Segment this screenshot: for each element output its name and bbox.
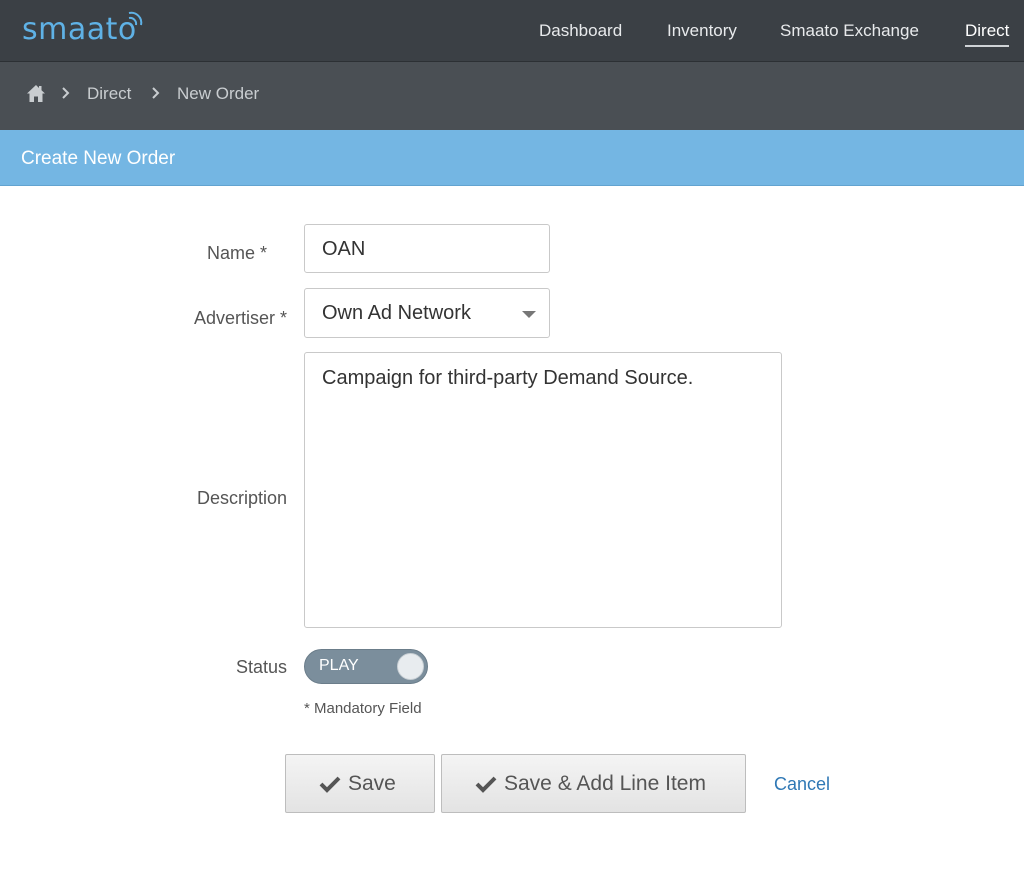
description-label: Description xyxy=(196,488,287,508)
cancel-link[interactable]: Cancel xyxy=(774,774,830,795)
save-and-add-line-item-button[interactable]: Save & Add Line Item xyxy=(441,754,746,813)
checkmark-icon xyxy=(475,776,497,793)
name-input-value: OAN xyxy=(322,238,366,260)
name-input[interactable]: OAN xyxy=(304,224,550,273)
top-navigation-bar: smaato Dashboard Inventory Smaato Exchan… xyxy=(0,0,1024,62)
breadcrumb-new-order: New Order xyxy=(177,84,260,103)
advertiser-select[interactable]: Own Ad Network xyxy=(304,288,550,338)
status-label: Status xyxy=(235,657,287,677)
page-title: Create New Order xyxy=(21,148,176,169)
save-button[interactable]: Save xyxy=(285,754,435,813)
logo-text: smaato xyxy=(22,12,137,47)
panel-header: Create New Order xyxy=(0,130,1024,186)
chevron-right-icon xyxy=(62,87,70,99)
description-textarea[interactable]: Campaign for third-party Demand Source. xyxy=(304,352,782,628)
advertiser-label: Advertiser * xyxy=(193,308,287,328)
toggle-knob xyxy=(397,653,424,680)
mandatory-field-note: * Mandatory Field xyxy=(304,700,422,717)
chevron-right-icon xyxy=(152,87,160,99)
save-button-label: Save xyxy=(348,772,396,795)
logo-signal-icon xyxy=(128,11,143,26)
status-toggle-label: PLAY xyxy=(319,657,359,674)
chevron-down-icon xyxy=(522,311,536,318)
nav-direct[interactable]: Direct xyxy=(965,21,1010,47)
breadcrumb-direct[interactable]: Direct xyxy=(87,84,131,104)
status-toggle[interactable]: PLAY xyxy=(304,649,428,684)
active-nav-indicator xyxy=(965,45,1010,47)
advertiser-select-value: Own Ad Network xyxy=(322,302,471,324)
save-and-add-line-item-label: Save & Add Line Item xyxy=(504,772,706,795)
nav-dashboard[interactable]: Dashboard xyxy=(539,21,622,41)
nav-inventory[interactable]: Inventory xyxy=(667,21,737,41)
checkmark-icon xyxy=(319,776,341,793)
nav-direct-label: Direct xyxy=(965,21,1010,40)
nav-smaato-exchange[interactable]: Smaato Exchange xyxy=(780,21,919,41)
smaato-logo[interactable]: smaato xyxy=(22,11,143,47)
home-icon[interactable] xyxy=(26,84,46,104)
description-textarea-value: Campaign for third-party Demand Source. xyxy=(322,367,694,389)
name-label: Name * xyxy=(206,243,267,263)
